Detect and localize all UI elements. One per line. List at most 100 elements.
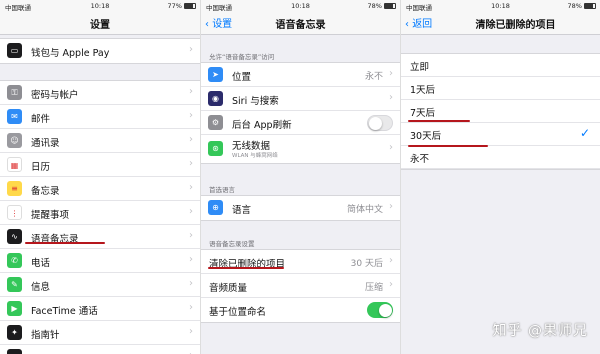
chevron-right-icon: › (189, 44, 193, 55)
settings-row-label: 指南针 (31, 330, 60, 341)
settings-row[interactable]: ≡ 备忘录 › (0, 177, 200, 201)
chevron-right-icon: › (189, 302, 193, 313)
option-label: 立即 (410, 62, 430, 73)
battery-percent: 78% (367, 2, 382, 10)
settings-row[interactable]: ✦ 指南针 › (0, 321, 200, 345)
location-row[interactable]: ➤ 位置 永不 › (201, 63, 400, 87)
highlight-underline (25, 242, 105, 244)
siri-label: Siri 与搜索 (232, 96, 279, 107)
measure-icon: ▤ (7, 349, 22, 354)
battery-icon (384, 3, 396, 9)
chevron-right-icon: › (189, 326, 193, 337)
chevron-right-icon: › (189, 158, 193, 169)
compass-icon: ✦ (7, 325, 22, 340)
settings-row-label: 通讯录 (31, 138, 60, 149)
language-group: ⊕ 语言 简体中文 › (201, 195, 400, 221)
location-naming-label: 基于位置命名 (209, 307, 267, 318)
wireless-data-row[interactable]: ⊛ 无线数据 WLAN 与蜂窝网络 › (201, 135, 400, 163)
mail-icon: ✉ (7, 109, 22, 124)
settings-row[interactable]: ∿ 语音备忘录 › (0, 225, 200, 249)
chevron-left-icon: ‹ (405, 19, 409, 30)
status-bar: 中国联通 10:18 78% (201, 0, 400, 12)
reminders-icon: ⋮ (7, 205, 22, 220)
apps-group: ⚿ 密码与帐户 › ✉ 邮件 › ☺ 通讯录 › ▦ 日历 › ≡ 备忘录 › ⋮ 提醒事项 › ∿ 语音备忘录 › ✆ 电… (0, 80, 200, 354)
wallet-group: ▭ 钱包与 Apple Pay › (0, 38, 200, 64)
settings-row-label: FaceTime 通话 (31, 306, 98, 317)
chevron-right-icon: › (189, 206, 193, 217)
siri-row[interactable]: ◉ Siri 与搜索 › (201, 87, 400, 111)
audio-quality-row[interactable]: 音频质量 压缩 › (201, 274, 400, 298)
phone-icon: ✆ (7, 253, 22, 268)
settings-row[interactable]: ▶ FaceTime 通话 › (0, 297, 200, 321)
settings-row[interactable]: ▦ 日历 › (0, 153, 200, 177)
background-refresh-label: 后台 App刷新 (232, 120, 292, 131)
battery-indicator: 78% (567, 2, 596, 10)
settings-row-label: 密码与帐户 (31, 90, 79, 101)
wallet-row[interactable]: ▭ 钱包与 Apple Pay › (0, 39, 200, 63)
option-label: 1天后 (410, 85, 436, 96)
messages-icon: ✎ (7, 277, 22, 292)
highlight-underline (208, 267, 284, 269)
background-refresh-row: ⚙ 后台 App刷新 (201, 111, 400, 135)
antenna-icon: ⊛ (208, 141, 223, 156)
section-header-language: 首选语言 (209, 186, 235, 194)
settings-row-label: 备忘录 (31, 186, 60, 197)
access-group: ➤ 位置 永不 › ◉ Siri 与搜索 › ⚙ 后台 App刷新 ⊛ 无线数据… (201, 62, 400, 164)
location-value: 永不 (364, 72, 383, 82)
chevron-right-icon: › (189, 230, 193, 241)
location-naming-toggle[interactable] (367, 302, 393, 318)
status-bar: 中国联通 10:18 77% (0, 0, 200, 12)
settings-row[interactable]: ⋮ 提醒事项 › (0, 201, 200, 225)
chevron-right-icon: › (389, 279, 393, 290)
page-title: 清除已删除的项目 (475, 20, 556, 31)
audio-quality-value: 压缩 (364, 283, 383, 293)
facetime-icon: ▶ (7, 301, 22, 316)
option-row[interactable]: 立即 (401, 54, 600, 77)
chevron-right-icon: › (189, 278, 193, 289)
option-row[interactable]: 1天后 (401, 77, 600, 100)
highlight-underline (408, 145, 488, 147)
audio-quality-label: 音频质量 (209, 283, 248, 294)
clear-deleted-row[interactable]: 清除已删除的项目 30 天后 › (201, 250, 400, 274)
option-label: 7天后 (410, 108, 436, 119)
language-value: 简体中文 (346, 205, 383, 215)
section-header-access: 允许“语音备忘录”访问 (209, 53, 275, 61)
settings-row[interactable]: ▤测距仪› (0, 345, 200, 354)
location-icon: ➤ (208, 67, 223, 82)
page-title: 设置 (90, 20, 110, 31)
chevron-right-icon: › (189, 254, 193, 265)
voice-memo-settings-group: 清除已删除的项目 30 天后 › 音频质量 压缩 › 基于位置命名 (201, 249, 400, 323)
settings-row-label: 信息 (31, 282, 51, 293)
option-row[interactable]: 30天后 ✓ (401, 123, 600, 146)
voice-memos-panel: 中国联通 10:18 78% ‹ 设置 语音备忘录 允许“语音备忘录”访问 ➤ … (200, 0, 400, 354)
battery-icon (584, 3, 596, 9)
nav-bar: ‹ 设置 语音备忘录 (201, 11, 400, 35)
chevron-right-icon: › (389, 68, 393, 79)
settings-row-label: 提醒事项 (31, 210, 70, 221)
settings-row[interactable]: ✉ 邮件 › (0, 105, 200, 129)
settings-row-label: 邮件 (31, 114, 51, 125)
checkmark-icon: ✓ (579, 126, 590, 140)
settings-row[interactable]: ⚿ 密码与帐户 › (0, 81, 200, 105)
notes-icon: ≡ (7, 181, 22, 196)
battery-percent: 77% (167, 2, 182, 10)
language-row[interactable]: ⊕ 语言 简体中文 › (201, 196, 400, 220)
globe-icon: ⊕ (208, 200, 223, 215)
page-title: 语音备忘录 (275, 20, 326, 31)
wallet-icon: ▭ (7, 43, 22, 58)
background-refresh-toggle[interactable] (367, 115, 393, 131)
battery-percent: 78% (567, 2, 582, 10)
battery-indicator: 77% (167, 2, 196, 10)
chevron-right-icon: › (389, 92, 393, 103)
gear-icon: ⚙ (208, 115, 223, 130)
contacts-icon: ☺ (7, 133, 22, 148)
back-button[interactable]: ‹ 返回 (405, 15, 432, 30)
option-row[interactable]: 永不 (401, 146, 600, 169)
settings-row[interactable]: ✎ 信息 › (0, 273, 200, 297)
location-label: 位置 (232, 72, 252, 83)
status-bar: 中国联通 10:18 78% (401, 0, 600, 12)
section-header-settings: 语音备忘录设置 (209, 240, 255, 248)
settings-row[interactable]: ✆ 电话 › (0, 249, 200, 273)
option-label: 30天后 (410, 131, 442, 142)
settings-row[interactable]: ☺ 通讯录 › (0, 129, 200, 153)
